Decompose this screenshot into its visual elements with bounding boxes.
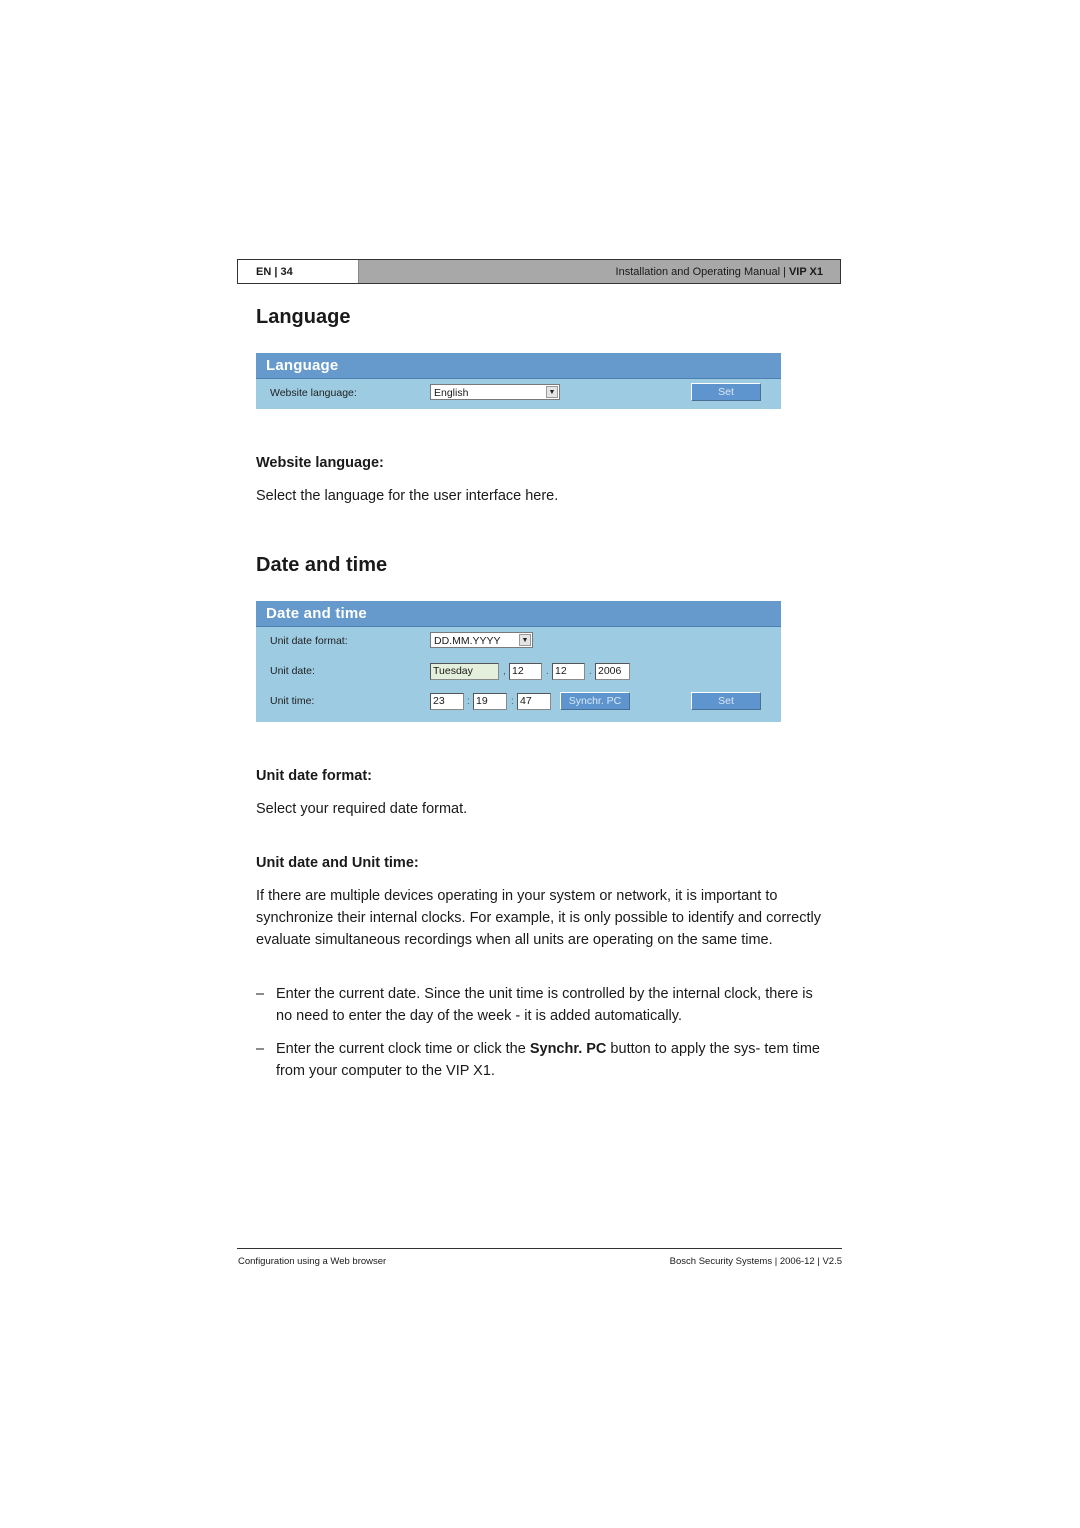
footer-divider bbox=[237, 1248, 842, 1249]
unit-date-label: Unit date: bbox=[270, 665, 315, 677]
website-language-row: Website language: English ▼ Set bbox=[256, 379, 781, 409]
manual-title: Installation and Operating Manual | VIP … bbox=[358, 260, 840, 283]
unit-date-format-label: Unit date format: bbox=[270, 635, 348, 647]
unit-date-format-select[interactable]: DD.MM.YYYY ▼ bbox=[430, 632, 533, 648]
website-language-heading: Website language: bbox=[256, 455, 384, 471]
month-field[interactable]: 12 bbox=[552, 663, 585, 680]
chevron-down-icon[interactable]: ▼ bbox=[546, 386, 558, 398]
bullet-dash: – bbox=[256, 1041, 265, 1057]
website-language-select[interactable]: English ▼ bbox=[430, 384, 560, 400]
time-separator: : bbox=[511, 696, 514, 707]
chevron-down-icon[interactable]: ▼ bbox=[519, 634, 531, 646]
datetime-section-title: Date and time bbox=[256, 554, 388, 576]
intro-paragraph: If there are multiple devices operating … bbox=[256, 888, 821, 948]
unit-date-format-description: Select your required date format. bbox=[256, 801, 468, 817]
bullet-text-bold: Synchr. PC bbox=[529, 1041, 607, 1057]
bullet-dash: – bbox=[256, 986, 265, 1002]
bullet-text: Enter the current clock time or click th… bbox=[276, 1038, 826, 1082]
page-number: EN | 34 bbox=[238, 260, 358, 283]
footer-publisher: Bosch Security Systems | 2006-12 | V2.5 bbox=[669, 1256, 842, 1267]
bullet-item: – Enter the current date. Since the unit… bbox=[256, 983, 826, 1027]
datetime-panel: Date and time Unit date format: DD.MM.YY… bbox=[256, 601, 781, 722]
day-field[interactable]: 12 bbox=[509, 663, 542, 680]
product-name: VIP X1 bbox=[788, 265, 823, 278]
unit-date-format-row: Unit date format: DD.MM.YYYY ▼ bbox=[256, 627, 781, 657]
bullet-text: Enter the current date. Since the unit t… bbox=[276, 986, 813, 1024]
date-separator: . bbox=[589, 666, 592, 677]
unit-time-row: Unit time: 23 : 19 : 47 Synchr. PC Set bbox=[256, 687, 781, 717]
synchr-pc-button[interactable]: Synchr. PC bbox=[560, 692, 630, 710]
unit-date-row: Unit date: Tuesday , 12 . 12 . 2006 bbox=[256, 657, 781, 687]
website-language-value: English bbox=[434, 387, 469, 399]
footer-chapter: Configuration using a Web browser bbox=[238, 1256, 387, 1267]
year-field[interactable]: 2006 bbox=[595, 663, 630, 680]
website-language-description: Select the language for the user interfa… bbox=[256, 488, 559, 504]
minutes-field[interactable]: 19 bbox=[473, 693, 507, 710]
weekday-field: Tuesday bbox=[430, 663, 499, 680]
unit-date-format-value: DD.MM.YYYY bbox=[434, 635, 501, 647]
bullet-item: – Enter the current clock time or click … bbox=[256, 1038, 826, 1082]
date-separator: , bbox=[503, 666, 506, 677]
website-language-label: Website language: bbox=[270, 387, 357, 399]
hours-field[interactable]: 23 bbox=[430, 693, 464, 710]
unit-date-format-heading: Unit date format: bbox=[256, 768, 372, 784]
time-separator: : bbox=[467, 696, 470, 707]
unit-date-time-heading: Unit date and Unit time: bbox=[256, 855, 419, 871]
seconds-field[interactable]: 47 bbox=[517, 693, 551, 710]
language-section-title: Language bbox=[256, 306, 351, 328]
language-panel: Language Website language: English ▼ Set bbox=[256, 353, 781, 409]
datetime-panel-title: Date and time bbox=[256, 601, 781, 627]
datetime-set-button[interactable]: Set bbox=[691, 692, 761, 710]
language-panel-title: Language bbox=[256, 353, 781, 379]
manual-title-text: Installation and Operating Manual | bbox=[615, 265, 786, 278]
unit-time-label: Unit time: bbox=[270, 695, 315, 707]
bullet-text-pre: Enter the current clock time or click th… bbox=[276, 1041, 530, 1057]
page-header: EN | 34 Installation and Operating Manua… bbox=[237, 259, 841, 284]
language-set-button[interactable]: Set bbox=[691, 383, 761, 401]
date-separator: . bbox=[546, 666, 549, 677]
